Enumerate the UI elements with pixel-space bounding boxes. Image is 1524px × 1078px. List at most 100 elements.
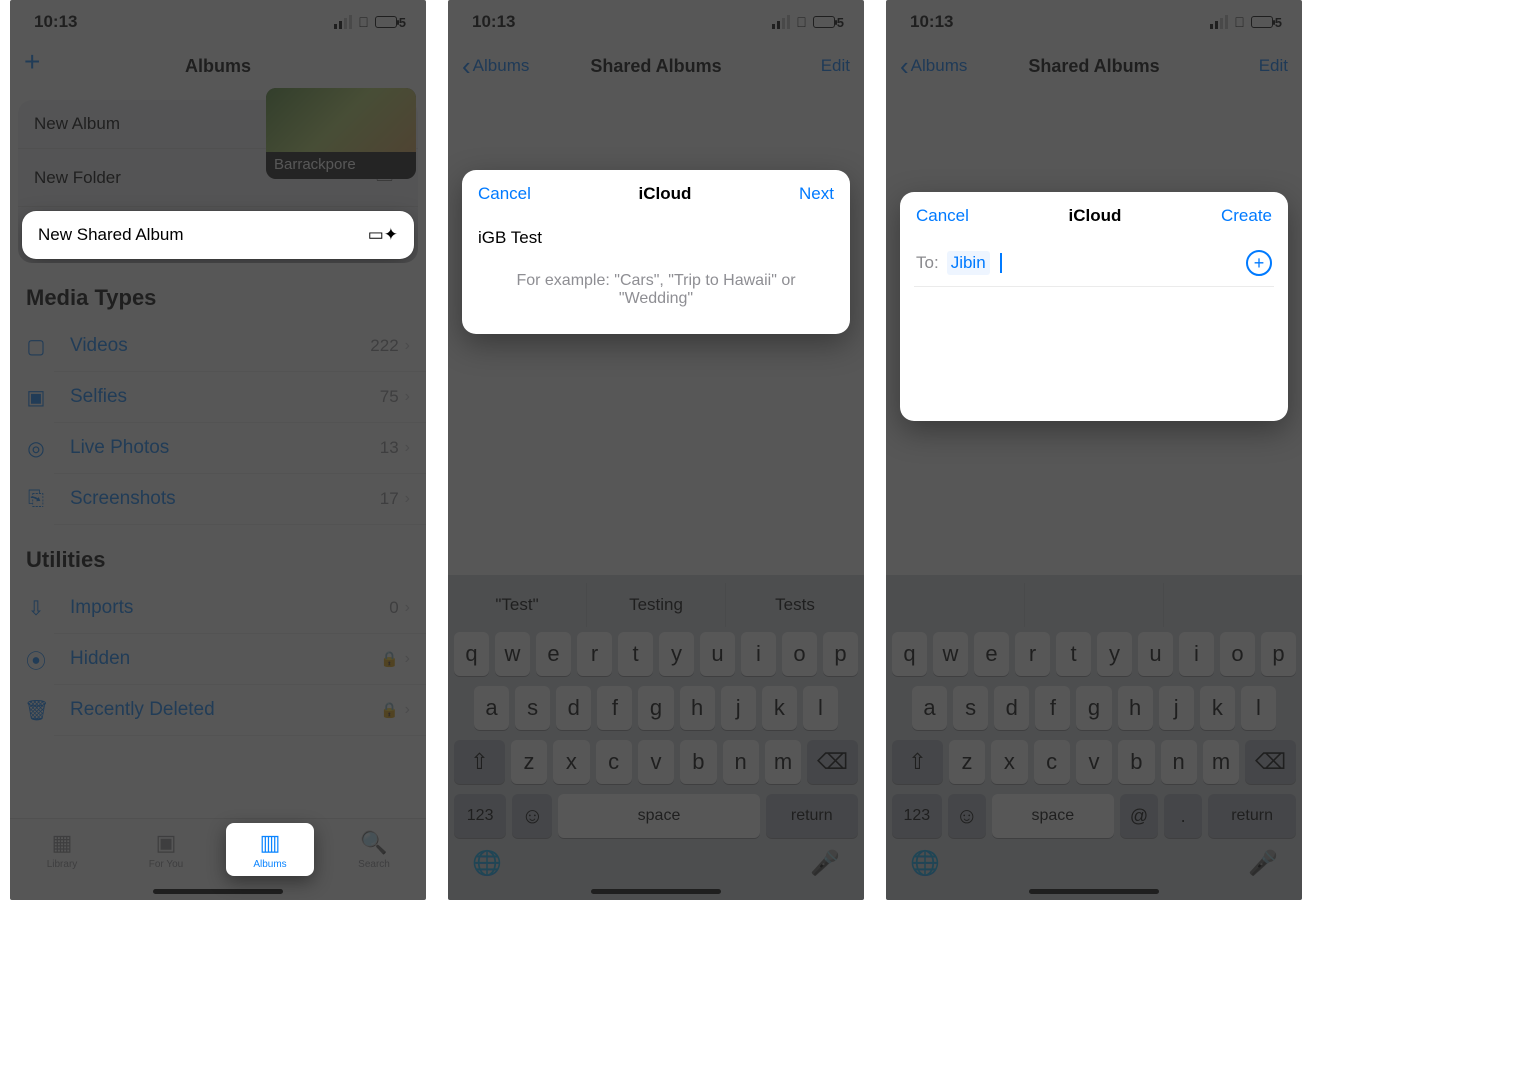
back-button[interactable]: ‹ Albums [900,56,967,76]
key-i[interactable]: i [741,632,776,676]
key-return[interactable]: return [766,794,858,838]
key-g[interactable]: g [638,686,673,730]
key-s[interactable]: s [515,686,550,730]
row-selfies[interactable]: ▣ Selfies 75 › [54,372,426,423]
row-hidden[interactable]: ⦿ Hidden 🔒 › [54,634,426,685]
key-t[interactable]: t [618,632,653,676]
album-name-input[interactable]: iGB Test [462,214,850,252]
key-c[interactable]: c [1034,740,1070,784]
edit-button[interactable]: Edit [1259,56,1288,76]
key-dot[interactable]: . [1164,794,1202,838]
back-button[interactable]: ‹ Albums [462,56,529,76]
add-button[interactable]: + [24,46,40,78]
cancel-button[interactable]: Cancel [478,184,531,204]
key-z[interactable]: z [511,740,547,784]
row-imports[interactable]: ⇩ Imports 0 › [54,583,426,634]
key-backspace[interactable]: ⌫ [807,740,858,784]
key-d[interactable]: d [994,686,1029,730]
key-emoji[interactable]: ☺ [948,794,986,838]
key-p[interactable]: p [1261,632,1296,676]
key-e[interactable]: e [536,632,571,676]
row-recently-deleted[interactable]: 🗑 Recently Deleted 🔒 › [54,685,426,736]
home-indicator[interactable] [591,889,721,894]
key-m[interactable]: m [1203,740,1239,784]
key-123[interactable]: 123 [454,794,506,838]
key-k[interactable]: k [762,686,797,730]
key-l[interactable]: l [1241,686,1276,730]
tab-search[interactable]: 🔍 Search [330,823,418,876]
edit-button[interactable]: Edit [821,56,850,76]
key-z[interactable]: z [949,740,985,784]
tab-foryou[interactable]: ▣ For You [122,823,210,876]
key-k[interactable]: k [1200,686,1235,730]
key-q[interactable]: q [454,632,489,676]
key-c[interactable]: c [596,740,632,784]
key-f[interactable]: f [1035,686,1070,730]
row-screenshots[interactable]: ⎘ Screenshots 17 › [54,474,426,525]
predict-1[interactable] [886,583,1025,627]
key-at[interactable]: @ [1120,794,1158,838]
key-o[interactable]: o [1220,632,1255,676]
tab-albums[interactable]: ▥ Albums [226,823,314,876]
key-x[interactable]: x [553,740,589,784]
row-videos[interactable]: ▢ Videos 222 › [54,321,426,372]
key-d[interactable]: d [556,686,591,730]
next-button[interactable]: Next [799,184,834,204]
key-h[interactable]: h [680,686,715,730]
key-e[interactable]: e [974,632,1009,676]
key-t[interactable]: t [1056,632,1091,676]
key-p[interactable]: p [823,632,858,676]
key-return[interactable]: return [1208,794,1296,838]
to-contact-chip[interactable]: Jibin [947,251,990,275]
key-shift[interactable]: ⇧ [454,740,505,784]
create-button[interactable]: Create [1221,206,1272,226]
to-field[interactable]: To: Jibin + [914,240,1274,287]
key-f[interactable]: f [597,686,632,730]
key-u[interactable]: u [1138,632,1173,676]
predict-3[interactable]: Tests [726,583,864,627]
key-n[interactable]: n [1161,740,1197,784]
home-indicator[interactable] [153,889,283,894]
key-l[interactable]: l [803,686,838,730]
key-y[interactable]: y [1097,632,1132,676]
tab-library[interactable]: ▦ Library [18,823,106,876]
key-123[interactable]: 123 [892,794,942,838]
key-a[interactable]: a [474,686,509,730]
key-q[interactable]: q [892,632,927,676]
predict-2[interactable]: Testing [587,583,726,627]
key-b[interactable]: b [680,740,716,784]
predict-2[interactable] [1025,583,1164,627]
key-v[interactable]: v [638,740,674,784]
key-n[interactable]: n [723,740,759,784]
key-shift[interactable]: ⇧ [892,740,943,784]
key-j[interactable]: j [721,686,756,730]
key-w[interactable]: w [495,632,530,676]
globe-icon[interactable]: 🌐 [910,849,940,878]
key-x[interactable]: x [991,740,1027,784]
key-r[interactable]: r [577,632,612,676]
key-space[interactable]: space [558,794,759,838]
key-emoji[interactable]: ☺ [512,794,552,838]
key-r[interactable]: r [1015,632,1050,676]
key-h[interactable]: h [1118,686,1153,730]
key-a[interactable]: a [912,686,947,730]
row-livephotos[interactable]: ◎ Live Photos 13 › [54,423,426,474]
key-v[interactable]: v [1076,740,1112,784]
home-indicator[interactable] [1029,889,1159,894]
key-o[interactable]: o [782,632,817,676]
predict-1[interactable]: "Test" [448,583,587,627]
key-backspace[interactable]: ⌫ [1245,740,1296,784]
add-contact-button[interactable]: + [1246,250,1272,276]
globe-icon[interactable]: 🌐 [472,849,502,878]
key-w[interactable]: w [933,632,968,676]
mic-icon[interactable]: 🎤 [1248,849,1278,878]
key-y[interactable]: y [659,632,694,676]
album-thumbnail[interactable]: Barrackpore [266,88,416,179]
key-j[interactable]: j [1159,686,1194,730]
cancel-button[interactable]: Cancel [916,206,969,226]
key-i[interactable]: i [1179,632,1214,676]
key-u[interactable]: u [700,632,735,676]
key-b[interactable]: b [1118,740,1154,784]
predict-3[interactable] [1164,583,1302,627]
mic-icon[interactable]: 🎤 [810,849,840,878]
